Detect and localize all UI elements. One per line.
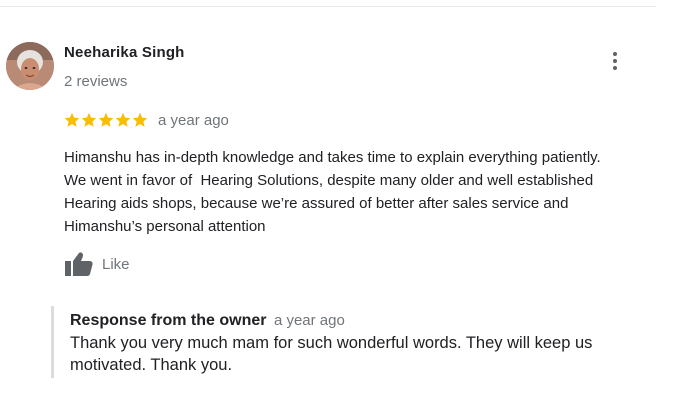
reviewer-name[interactable]: Neeharika Singh xyxy=(64,44,185,61)
star-rating xyxy=(64,112,148,128)
star-icon xyxy=(98,112,114,128)
rating-row: a year ago xyxy=(64,110,229,130)
response-text: Thank you very much mam for such wonderf… xyxy=(70,334,593,374)
star-icon xyxy=(81,112,97,128)
review-count: 2 reviews xyxy=(64,73,128,90)
more-options-button[interactable] xyxy=(604,48,626,74)
avatar-image xyxy=(6,42,54,90)
review-date: a year ago xyxy=(158,111,229,129)
more-vert-icon xyxy=(613,52,617,70)
owner-response: Response from the owner a year ago Thank… xyxy=(51,306,654,378)
response-header: Response from the owner a year ago xyxy=(70,312,345,330)
like-label: Like xyxy=(102,255,130,273)
review-text: Himanshu has in-depth knowledge and take… xyxy=(64,149,601,235)
top-divider xyxy=(0,6,656,7)
star-icon xyxy=(64,112,80,128)
star-icon xyxy=(115,112,131,128)
like-button[interactable]: Like xyxy=(64,251,130,277)
response-date: a year ago xyxy=(273,312,345,329)
response-title: Response from the owner xyxy=(70,312,267,329)
reviewer-avatar[interactable] xyxy=(6,42,54,90)
thumbs-up-icon xyxy=(65,252,93,276)
star-icon xyxy=(132,112,148,128)
